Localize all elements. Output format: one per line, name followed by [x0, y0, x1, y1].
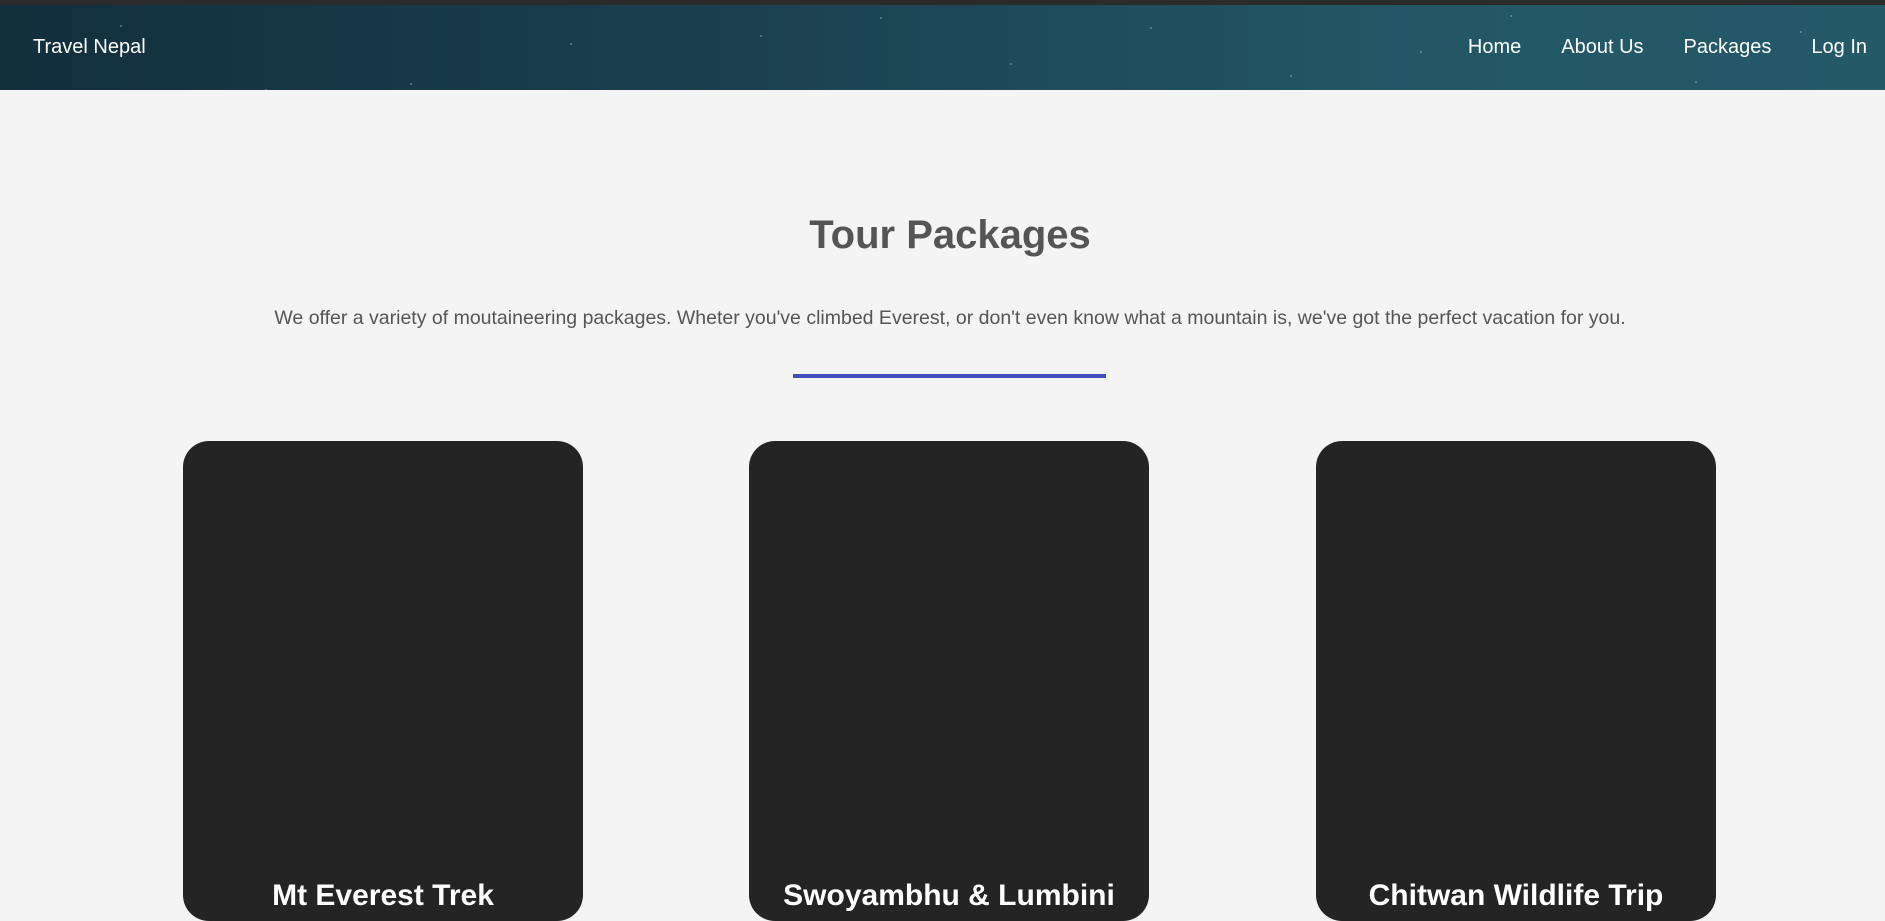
package-card-chitwan[interactable]: Chitwan Wildlife Trip: [1316, 441, 1716, 921]
nav-home[interactable]: Home: [1468, 36, 1521, 59]
package-card-swoyambhu-lumbini[interactable]: Swoyambhu & Lumbini: [749, 441, 1149, 921]
nav-packages[interactable]: Packages: [1684, 36, 1772, 59]
main-nav: Home About Us Packages Log In: [1428, 36, 1867, 59]
section-divider: [793, 374, 1106, 378]
package-title: Mt Everest Trek: [272, 879, 494, 912]
nav-log-in[interactable]: Log In: [1811, 36, 1867, 59]
package-title: Chitwan Wildlife Trip: [1368, 879, 1664, 912]
page-subtitle: We offer a variety of moutaineering pack…: [274, 307, 1626, 329]
package-title: Swoyambhu & Lumbini: [783, 879, 1115, 912]
top-navbar: Travel Nepal Home About Us Packages Log …: [0, 0, 1885, 90]
nav-about-us[interactable]: About Us: [1561, 36, 1643, 59]
package-card-everest[interactable]: Mt Everest Trek: [183, 441, 583, 921]
brand-logo-link[interactable]: Travel Nepal: [33, 36, 146, 59]
page-title: Tour Packages: [809, 213, 1091, 257]
